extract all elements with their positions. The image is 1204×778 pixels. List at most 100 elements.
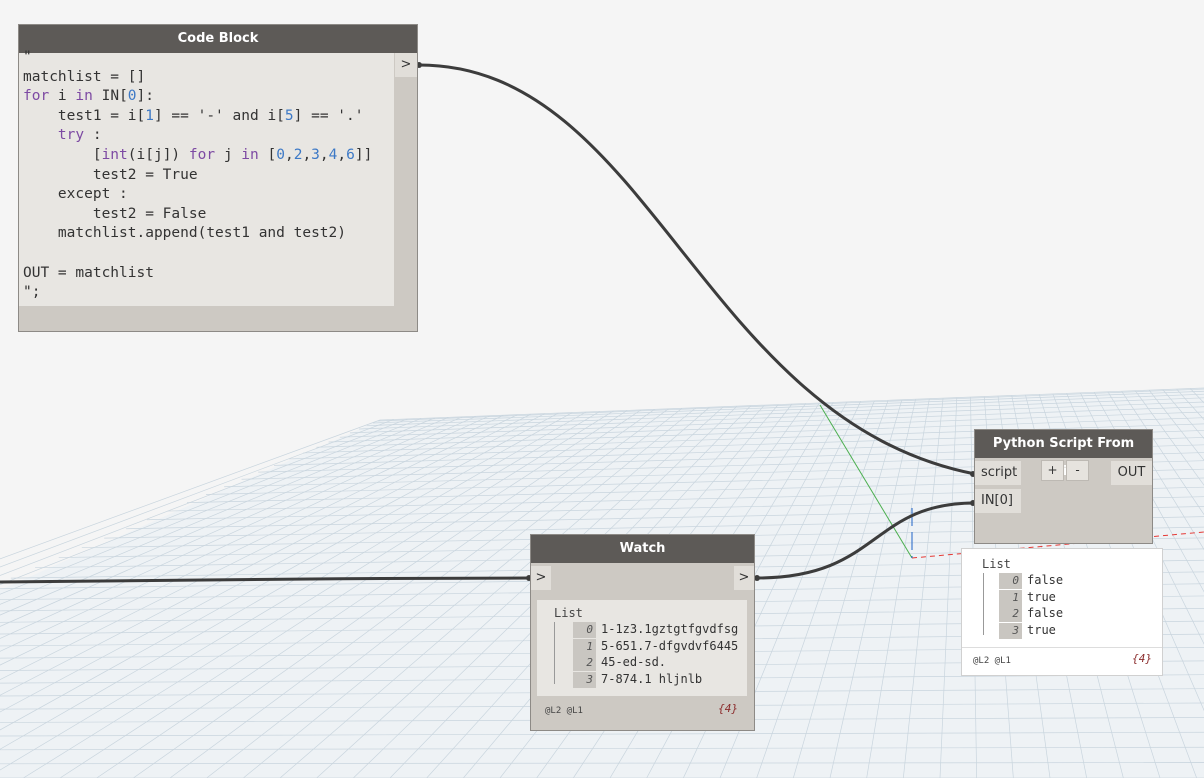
list-value: true — [1027, 623, 1056, 638]
code-token: , — [319, 147, 329, 163]
remove-input-button[interactable]: - — [1067, 461, 1088, 480]
in0-input-port[interactable]: IN[0] — [975, 489, 1021, 513]
code-token: (i[j]) — [127, 147, 189, 163]
code-editor[interactable]: " matchlist = [] for i in IN[0]: test1 = i… — [19, 49, 394, 306]
code-line[interactable]: test2 = True — [23, 165, 198, 185]
list-value: 5-651.7-dfgvdvf6445 — [601, 638, 739, 653]
code-token: , — [337, 147, 347, 163]
add-input-button[interactable]: + — [1042, 461, 1063, 480]
list-item[interactable]: 3 true — [999, 622, 1056, 640]
workspace-canvas[interactable]: Code Block " matchlist = [] for i in IN[0]… — [0, 0, 1204, 778]
python-node-preview: List 0 false 1 true 2 false 3 true @L2 @L1 {4} — [962, 549, 1162, 675]
code-token: for — [188, 147, 216, 163]
code-token: except : — [23, 186, 128, 203]
code-token: 5 — [284, 107, 294, 124]
watch-levels: @L2 @L1 — [545, 706, 583, 716]
watch-list-title: List — [554, 606, 583, 620]
code-line[interactable]: matchlist = [] — [23, 67, 145, 87]
list-value: false — [1027, 573, 1064, 587]
list-item[interactable]: 0 1-1z3.1gztgtfgvdfsg — [573, 621, 739, 638]
code-line[interactable]: [int(i[j]) for j in [0,2,3,4,6]] — [23, 145, 372, 165]
list-value: true — [1027, 589, 1056, 604]
watch-output-port[interactable]: > — [734, 566, 754, 590]
code-line[interactable]: " — [23, 47, 32, 67]
list-index: 2 — [573, 655, 596, 672]
out-output-port[interactable]: OUT — [1111, 461, 1152, 485]
tree-line — [983, 573, 984, 635]
python-script-node[interactable]: Python Script From String script IN[0] +… — [975, 430, 1152, 543]
code-token: 0 — [276, 147, 285, 163]
watch-node[interactable]: Watch > > List 0 1-1z3.1gztgtfgvdfsg 1 5-65… — [531, 535, 754, 730]
list-index: 1 — [573, 638, 596, 655]
code-token: " — [23, 49, 32, 65]
code-token: matchlist.append(test1 and test2) — [23, 225, 347, 242]
code-token: test2 = True — [23, 166, 198, 183]
code-token: 6 — [346, 147, 355, 163]
preview-count: {4} — [1132, 652, 1152, 665]
watch-node-title[interactable]: Watch — [531, 535, 754, 563]
list-index: 3 — [999, 623, 1022, 640]
script-input-port[interactable]: script — [975, 461, 1021, 485]
code-token: ]: — [136, 88, 154, 105]
list-index: 0 — [999, 573, 1022, 589]
python-node-title[interactable]: Python Script From String — [975, 430, 1152, 479]
watch-count: {4} — [718, 702, 738, 715]
code-token: in — [241, 147, 259, 163]
code-block-node[interactable]: Code Block " matchlist = [] for i in IN[0]… — [19, 25, 417, 331]
code-token: try — [57, 127, 85, 144]
code-token: in — [75, 88, 93, 105]
code-line[interactable]: OUT = matchlist — [23, 263, 154, 283]
list-item[interactable]: 2 false — [999, 605, 1064, 623]
code-token: : — [84, 127, 102, 144]
code-token: IN[ — [92, 88, 128, 105]
code-token: matchlist = [] — [23, 68, 146, 85]
code-line[interactable]: matchlist.append(test1 and test2) — [23, 223, 346, 243]
code-token: 1 — [145, 107, 154, 124]
watch-list-view[interactable]: List 0 1-1z3.1gztgtfgvdfsg 1 5-651.7-dfgvdv… — [537, 600, 747, 696]
list-item[interactable]: 3 7-874.1 hljnlb — [573, 671, 703, 689]
list-index: 3 — [573, 672, 596, 689]
code-line[interactable]: "; — [23, 282, 40, 302]
code-token: ]] — [354, 147, 373, 163]
code-token: ] == '.' — [293, 107, 364, 124]
code-token: test1 = i[ — [23, 107, 146, 124]
list-index: 0 — [573, 622, 596, 638]
code-block-title[interactable]: Code Block — [19, 25, 417, 53]
preview-list-title: List — [982, 557, 1011, 571]
code-token: , — [302, 147, 312, 163]
divider — [962, 647, 1162, 648]
code-line[interactable]: test2 = False — [23, 204, 207, 224]
code-token: i — [49, 88, 76, 105]
code-line[interactable]: except : — [23, 184, 128, 204]
list-item[interactable]: 2 45-ed-sd. — [573, 654, 667, 672]
code-line[interactable]: try : — [23, 125, 102, 145]
code-block-output-port[interactable]: > — [395, 53, 417, 77]
code-token: for — [23, 88, 50, 105]
code-token: "; — [23, 284, 41, 301]
code-token: OUT = matchlist — [23, 264, 154, 281]
code-token: [ — [258, 147, 277, 163]
code-line[interactable]: test1 = i[1] == '-' and i[5] == '.' — [23, 106, 364, 126]
preview-levels: @L2 @L1 — [973, 656, 1011, 666]
code-token: , — [284, 147, 294, 163]
list-value: 45-ed-sd. — [601, 655, 667, 670]
list-value: false — [1027, 606, 1064, 621]
list-index: 2 — [999, 606, 1022, 623]
code-token: int — [101, 147, 128, 163]
code-line[interactable]: for i in IN[0]: — [23, 86, 154, 106]
code-token: 3 — [311, 147, 320, 163]
list-value: 1-1z3.1gztgtfgvdfsg — [601, 622, 739, 636]
list-item[interactable]: 1 true — [999, 589, 1056, 606]
code-token: ] == '-' and i[ — [153, 107, 285, 124]
code-token: j — [215, 147, 242, 163]
list-item[interactable]: 0 false — [999, 572, 1064, 589]
code-token: test2 = False — [23, 205, 207, 222]
code-token: 0 — [127, 88, 137, 105]
list-value: 7-874.1 hljnlb — [601, 672, 703, 687]
list-index: 1 — [999, 589, 1022, 606]
list-item[interactable]: 1 5-651.7-dfgvdvf6445 — [573, 638, 739, 655]
tree-line — [554, 622, 555, 684]
code-token: [ — [23, 147, 102, 163]
watch-input-port[interactable]: > — [531, 566, 551, 590]
